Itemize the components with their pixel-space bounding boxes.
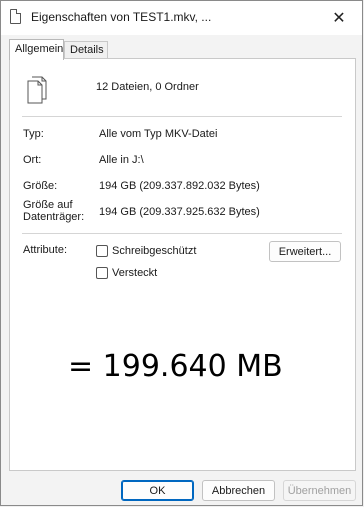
general-panel: 12 Dateien, 0 Ordner Typ: Alle vom Typ M… [9, 58, 356, 471]
size-value: 194 GB (209.337.892.032 Bytes) [99, 180, 260, 192]
close-button[interactable]: ✕ [316, 1, 362, 35]
readonly-checkbox[interactable] [96, 245, 108, 257]
location-value: Alle in J:\ [99, 154, 144, 166]
ok-button[interactable]: OK [121, 480, 194, 501]
separator [22, 116, 342, 117]
cancel-button[interactable]: Abbrechen [202, 480, 275, 501]
disk-size-value: 194 GB (209.337.925.632 Bytes) [99, 206, 260, 218]
size-overlay-text: = 199.640 MB [68, 348, 283, 384]
location-label: Ort: [23, 154, 42, 166]
disk-size-label-line1: Größe auf [23, 199, 73, 211]
file-icon [10, 9, 21, 24]
file-count-text: 12 Dateien, 0 Ordner [96, 81, 199, 93]
multiple-files-icon [27, 76, 47, 104]
window-title: Eigenschaften von TEST1.mkv, ... [31, 10, 212, 24]
tab-details[interactable]: Details [64, 41, 108, 58]
hidden-checkbox[interactable] [96, 267, 108, 279]
attributes-label: Attribute: [23, 244, 68, 256]
properties-dialog: Eigenschaften von TEST1.mkv, ... ✕ Allge… [0, 0, 363, 506]
title-bar[interactable]: Eigenschaften von TEST1.mkv, ... ✕ [1, 1, 362, 35]
size-overlay: = 199.640 MB [68, 332, 286, 400]
hidden-label[interactable]: Versteckt [112, 267, 157, 279]
disk-size-label-line2: Datenträger: [23, 211, 85, 223]
separator [22, 233, 342, 234]
readonly-label[interactable]: Schreibgeschützt [112, 245, 196, 257]
disk-size-label: Größe auf Datenträger: [23, 199, 84, 223]
type-label: Typ: [23, 128, 44, 140]
tab-allgemein[interactable]: Allgemein [9, 39, 64, 60]
apply-button[interactable]: Übernehmen [283, 480, 356, 501]
size-label: Größe: [23, 180, 58, 192]
advanced-button[interactable]: Erweitert... [269, 241, 341, 262]
type-value: Alle vom Typ MKV-Datei [99, 128, 218, 140]
close-icon: ✕ [332, 10, 346, 27]
